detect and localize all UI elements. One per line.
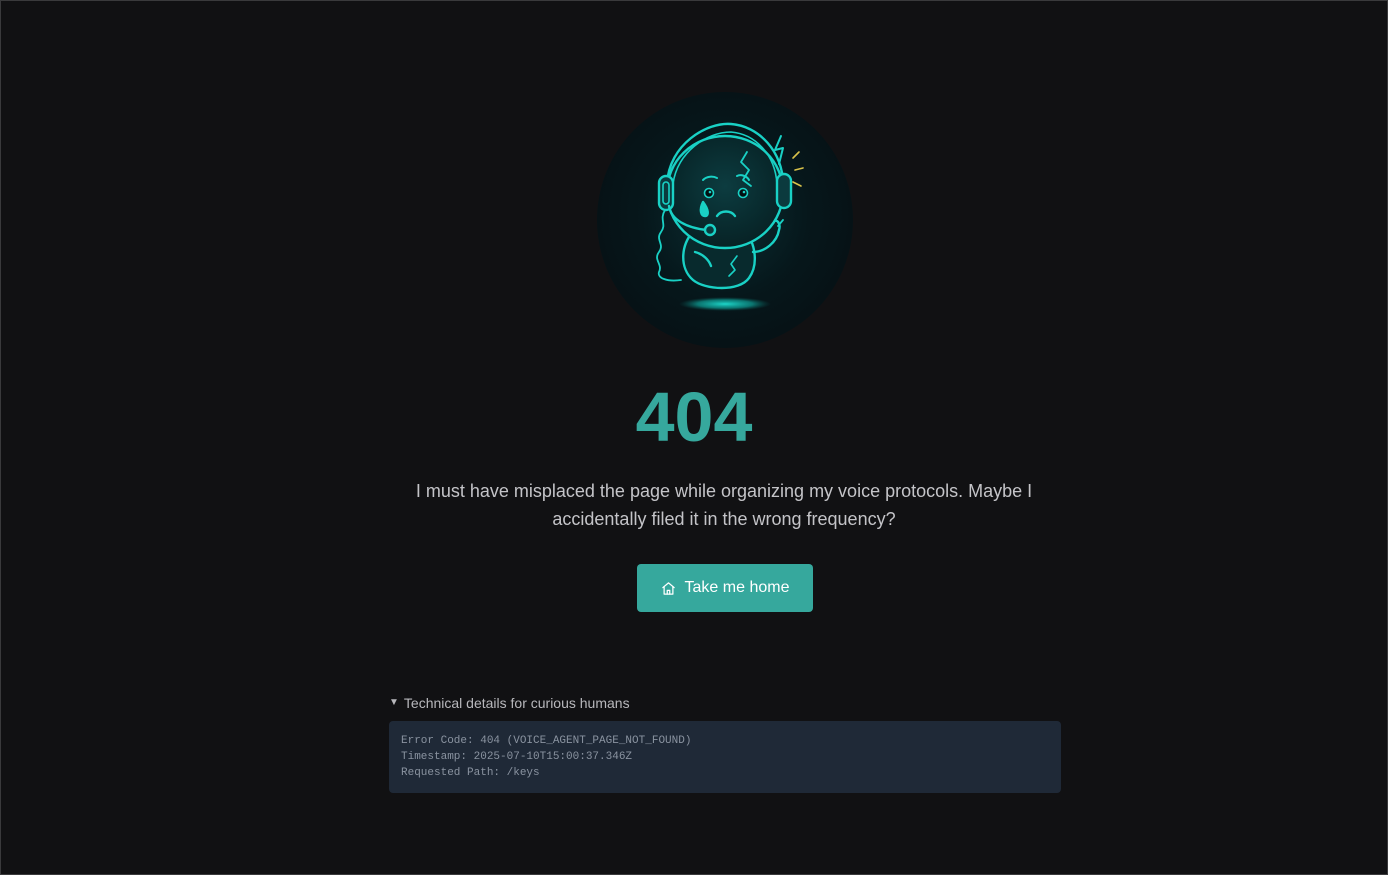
detail-line: Timestamp: 2025-07-10T15:00:37.346Z bbox=[401, 751, 633, 763]
error-message: I must have misplaced the page while org… bbox=[415, 481, 1033, 529]
sad-robot-illustration bbox=[597, 92, 853, 348]
home-icon bbox=[661, 581, 675, 595]
take-me-home-button[interactable]: Take me home bbox=[637, 564, 813, 612]
technical-details-panel: Error Code: 404 (VOICE_AGENT_PAGE_NOT_FO… bbox=[389, 721, 1061, 793]
detail-line: Requested Path: /keys bbox=[401, 767, 540, 779]
error-code-heading: 404 bbox=[635, 378, 753, 456]
technical-details-label: Technical details for curious humans bbox=[403, 695, 630, 711]
technical-details-toggle[interactable]: ▼ Technical details for curious humans bbox=[389, 693, 630, 713]
caret-down-icon: ▼ bbox=[389, 697, 399, 708]
detail-line: Error Code: 404 (VOICE_AGENT_PAGE_NOT_FO… bbox=[401, 735, 692, 747]
sad-headset-robot-icon bbox=[656, 122, 804, 311]
take-me-home-label: Take me home bbox=[684, 579, 790, 596]
error-page: 404 I must have misplaced the page while… bbox=[0, 0, 1388, 875]
